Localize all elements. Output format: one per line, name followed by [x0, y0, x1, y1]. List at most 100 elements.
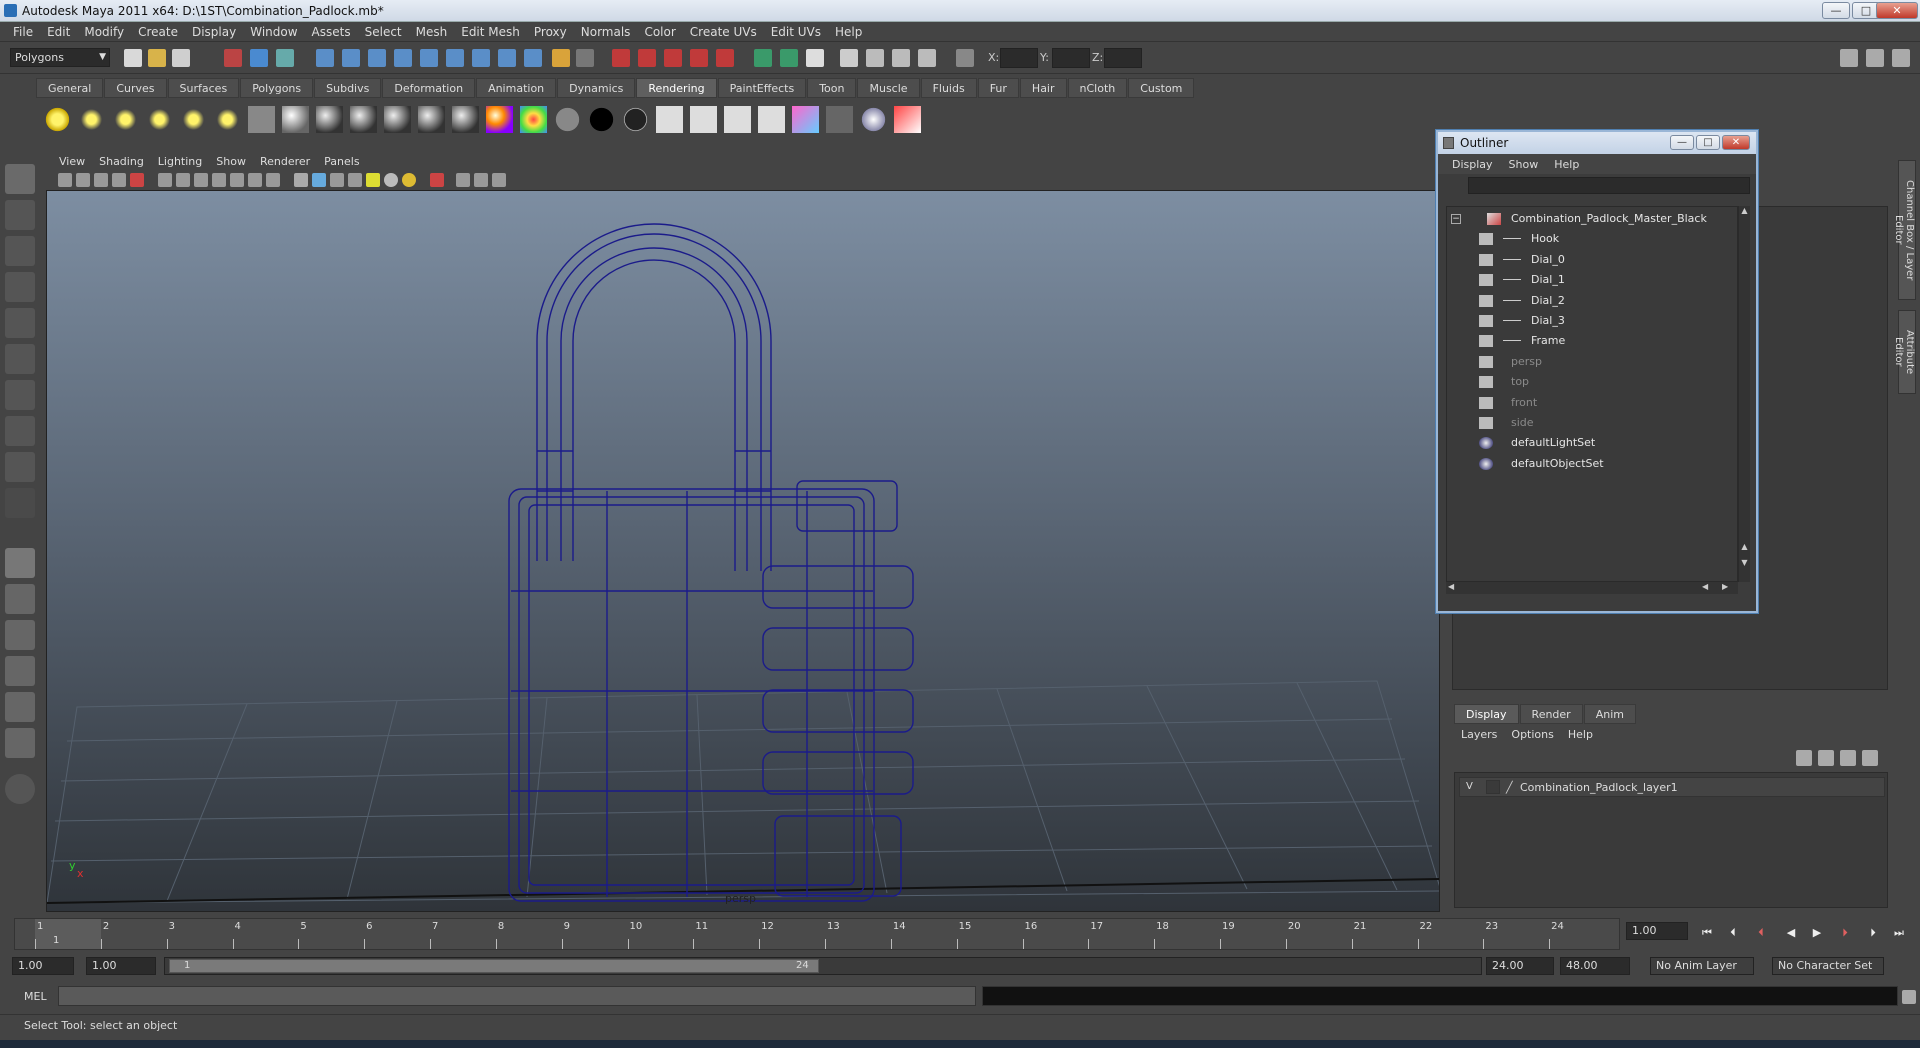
field-chart-icon[interactable] [230, 173, 244, 187]
render-layer-icon[interactable] [826, 106, 853, 133]
help-lock-icon[interactable] [524, 49, 542, 67]
layer-menu-options[interactable]: Options [1504, 726, 1560, 744]
outliner-item[interactable]: Hook [1447, 229, 1737, 249]
step-back-frame-icon[interactable]: ⏴ [1724, 926, 1742, 940]
hypershade-layout-icon[interactable] [5, 692, 35, 722]
select-by-joint-icon[interactable] [342, 49, 360, 67]
channel-box-icon[interactable] [1866, 49, 1884, 67]
blinn-icon[interactable] [316, 106, 343, 133]
menu-edit[interactable]: Edit [40, 25, 77, 39]
render-icon[interactable] [656, 106, 683, 133]
shelf-tab-fluids[interactable]: Fluids [920, 78, 977, 98]
camera-icon[interactable] [248, 106, 275, 133]
shelf-tab-polygons[interactable]: Polygons [240, 78, 314, 98]
menu-create[interactable]: Create [131, 25, 185, 39]
ramp-shader-icon[interactable] [486, 106, 513, 133]
batch-render-icon[interactable] [724, 106, 751, 133]
select-object-icon[interactable] [250, 49, 268, 67]
outliner-horizontal-scrollbar[interactable]: ◀ ◀ ▶ [1446, 582, 1738, 594]
wireframe-on-shaded-icon[interactable] [330, 173, 344, 187]
resolution-gate-icon[interactable] [194, 173, 208, 187]
menu-normals[interactable]: Normals [574, 25, 638, 39]
move-tool-icon[interactable] [5, 272, 35, 302]
input-ops-icon[interactable] [754, 49, 772, 67]
safe-action-icon[interactable] [248, 173, 262, 187]
outliner-item[interactable]: Dial_1 [1447, 270, 1737, 290]
anim-layer-selector[interactable]: No Anim Layer [1650, 957, 1754, 975]
bookmarks-icon[interactable] [94, 173, 108, 187]
new-layer-icon[interactable] [1796, 750, 1812, 766]
render-current-frame-icon[interactable] [866, 49, 884, 67]
last-tool-icon[interactable] [5, 488, 35, 518]
scroll-left-icon[interactable]: ◀ [1448, 582, 1454, 591]
shelf-tab-ncloth[interactable]: nCloth [1067, 78, 1128, 98]
ipr-render-icon[interactable] [892, 49, 910, 67]
shading-map-icon[interactable] [520, 106, 547, 133]
camera-attributes-icon[interactable] [76, 173, 90, 187]
tool-settings-icon[interactable] [1892, 49, 1910, 67]
shelf-tab-subdivs[interactable]: Subdivs [314, 78, 382, 98]
outliner-item[interactable]: persp [1447, 352, 1737, 372]
outliner-filter-input[interactable] [1468, 177, 1750, 194]
persp-graph-hypergraph-layout-icon[interactable] [5, 728, 35, 758]
point-light-icon[interactable] [112, 106, 139, 133]
viewport-menu-shading[interactable]: Shading [92, 155, 151, 168]
x-input[interactable] [1000, 48, 1038, 68]
isolate-select-icon[interactable] [430, 173, 444, 187]
shelf-tab-fur[interactable]: Fur [977, 78, 1019, 98]
side-tab-attribute-editor[interactable]: Attribute Editor [1893, 310, 1916, 394]
go-to-end-icon[interactable]: ⏭ [1890, 926, 1908, 940]
outliner-maximize-button[interactable]: □ [1696, 135, 1720, 150]
outliner-minimize-button[interactable]: — [1670, 135, 1694, 150]
animation-start-field[interactable]: 1.00 [12, 957, 74, 975]
paint-brush-icon[interactable] [894, 106, 921, 133]
snap-curve-icon[interactable] [638, 49, 656, 67]
spot-light-icon[interactable] [146, 106, 173, 133]
shelf-tab-deformation[interactable]: Deformation [382, 78, 476, 98]
save-scene-icon[interactable] [172, 49, 190, 67]
outliner-item[interactable]: side [1447, 413, 1737, 433]
menu-mesh[interactable]: Mesh [409, 25, 455, 39]
shelf-tab-rendering[interactable]: Rendering [636, 78, 717, 98]
layer-row[interactable]: V ╱ Combination_Padlock_layer1 [1459, 777, 1885, 797]
wireframe-icon[interactable] [294, 173, 308, 187]
new-scene-icon[interactable] [124, 49, 142, 67]
high-quality-icon[interactable] [402, 173, 416, 187]
outliner-title-bar[interactable]: Outliner — □ ✕ [1438, 132, 1756, 154]
select-hierarchy-icon[interactable] [224, 49, 242, 67]
step-back-key-icon[interactable]: ⏴ [1752, 926, 1770, 940]
snap-point-icon[interactable] [664, 49, 682, 67]
smooth-shade-icon[interactable] [312, 173, 326, 187]
render-settings-shelf-icon[interactable] [758, 106, 785, 133]
backface-culling-icon[interactable] [492, 173, 506, 187]
move-layer-down-icon[interactable] [1862, 750, 1878, 766]
scroll-up-icon[interactable]: ▲ [1739, 206, 1750, 218]
rotate-tool-icon[interactable] [5, 308, 35, 338]
shelf-tab-painteffects[interactable]: PaintEffects [717, 78, 807, 98]
go-to-start-icon[interactable]: ⏮ [1698, 926, 1716, 940]
select-by-rendering-icon[interactable] [472, 49, 490, 67]
scroll-up-icon[interactable]: ▲ [1739, 542, 1750, 554]
two-d-pan-zoom-icon[interactable] [130, 173, 144, 187]
ambient-light-icon[interactable] [44, 106, 71, 133]
grid-icon[interactable] [158, 173, 172, 187]
volume-light-icon[interactable] [214, 106, 241, 133]
outliner-item[interactable]: Frame [1447, 331, 1737, 351]
select-by-surface-icon[interactable] [394, 49, 412, 67]
universal-manipulator-icon[interactable] [5, 380, 35, 410]
phong-e-icon[interactable] [384, 106, 411, 133]
snap-view-plane-icon[interactable] [690, 49, 708, 67]
shelf-tab-surfaces[interactable]: Surfaces [167, 78, 240, 98]
perspective-viewport[interactable]: y x persp [46, 190, 1440, 912]
menu-help[interactable]: Help [828, 25, 869, 39]
layer-menu-help[interactable]: Help [1561, 726, 1600, 744]
viewport-menu-panels[interactable]: Panels [317, 155, 366, 168]
hypershade-icon[interactable] [792, 106, 819, 133]
select-by-dynamics-icon[interactable] [446, 49, 464, 67]
padlock-wireframe[interactable] [508, 223, 914, 902]
range-slider-handle[interactable]: 1 24 [169, 959, 819, 973]
step-forward-frame-icon[interactable]: ⏵ [1864, 926, 1882, 940]
outliner-item[interactable]: defaultLightSet [1447, 433, 1737, 453]
camera-select-icon[interactable] [58, 173, 72, 187]
shelf-tab-general[interactable]: General [36, 78, 104, 98]
